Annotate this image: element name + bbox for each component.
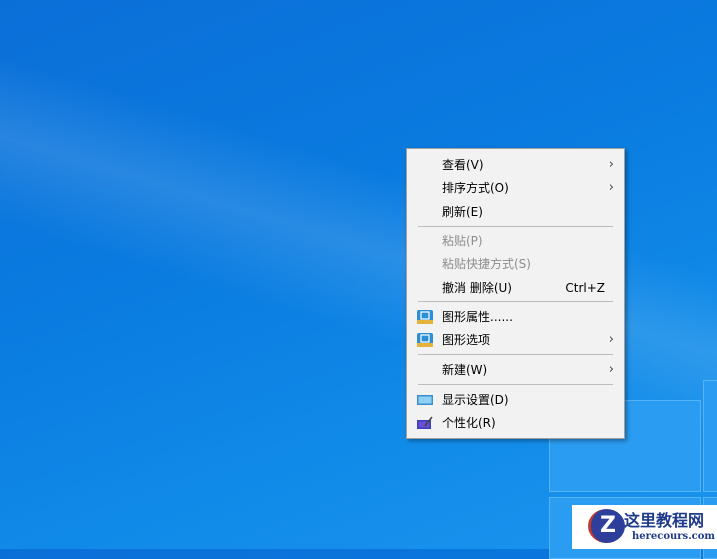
menu-separator (418, 354, 613, 355)
chevron-right-icon: › (608, 157, 614, 172)
chevron-right-icon: › (608, 180, 614, 195)
personalize-icon (417, 416, 433, 429)
menu-separator (418, 384, 613, 385)
menu-item-graphics-options[interactable]: 图形选项 › (407, 329, 624, 351)
intel-graphics-icon (417, 333, 433, 347)
item-label: 图形属性...... (442, 310, 513, 324)
item-label: 撤消 删除(U) (442, 281, 512, 295)
watermark-logo: Z (588, 509, 625, 543)
item-label: 刷新(E) (442, 205, 483, 219)
watermark: Z 这里教程网 herecours.com (572, 505, 717, 549)
windows-logo-pane (703, 380, 717, 492)
menu-item-graphics-properties[interactable]: 图形属性...... (407, 306, 624, 328)
menu-item-paste-shortcut[interactable]: 粘贴快捷方式(S) (407, 253, 624, 275)
menu-separator (418, 301, 613, 302)
item-label: 查看(V) (442, 158, 484, 172)
item-label: 新建(W) (442, 363, 488, 377)
watermark-title: 这里教程网 (624, 511, 705, 530)
desktop-context-menu: 查看(V) › 排序方式(O) › 刷新(E) 粘贴(P) 粘贴快捷方式(S) 撤消… (406, 148, 625, 439)
item-label: 排序方式(O) (442, 181, 509, 195)
menu-item-personalize[interactable]: 个性化(R) (407, 412, 624, 434)
chevron-right-icon: › (608, 362, 614, 377)
display-icon (417, 395, 433, 405)
menu-separator (418, 226, 613, 227)
menu-item-paste[interactable]: 粘贴(P) (407, 230, 624, 252)
intel-graphics-icon (417, 310, 433, 324)
menu-item-display-settings[interactable]: 显示设置(D) (407, 389, 624, 411)
menu-item-new[interactable]: 新建(W) › (407, 359, 624, 381)
item-label: 图形选项 (442, 333, 491, 347)
item-label: 粘贴(P) (442, 234, 483, 248)
menu-item-view[interactable]: 查看(V) › (407, 154, 624, 176)
chevron-right-icon: › (608, 332, 614, 347)
item-label: 显示设置(D) (442, 393, 509, 407)
watermark-url: herecours.com (632, 531, 716, 542)
menu-item-sort-by[interactable]: 排序方式(O) › (407, 177, 624, 199)
menu-item-refresh[interactable]: 刷新(E) (407, 201, 624, 223)
item-label: 粘贴快捷方式(S) (442, 257, 531, 271)
menu-item-undo-delete[interactable]: 撤消 删除(U) Ctrl+Z (407, 277, 624, 299)
item-label: 个性化(R) (442, 416, 496, 430)
shortcut-label: Ctrl+Z (565, 281, 605, 295)
